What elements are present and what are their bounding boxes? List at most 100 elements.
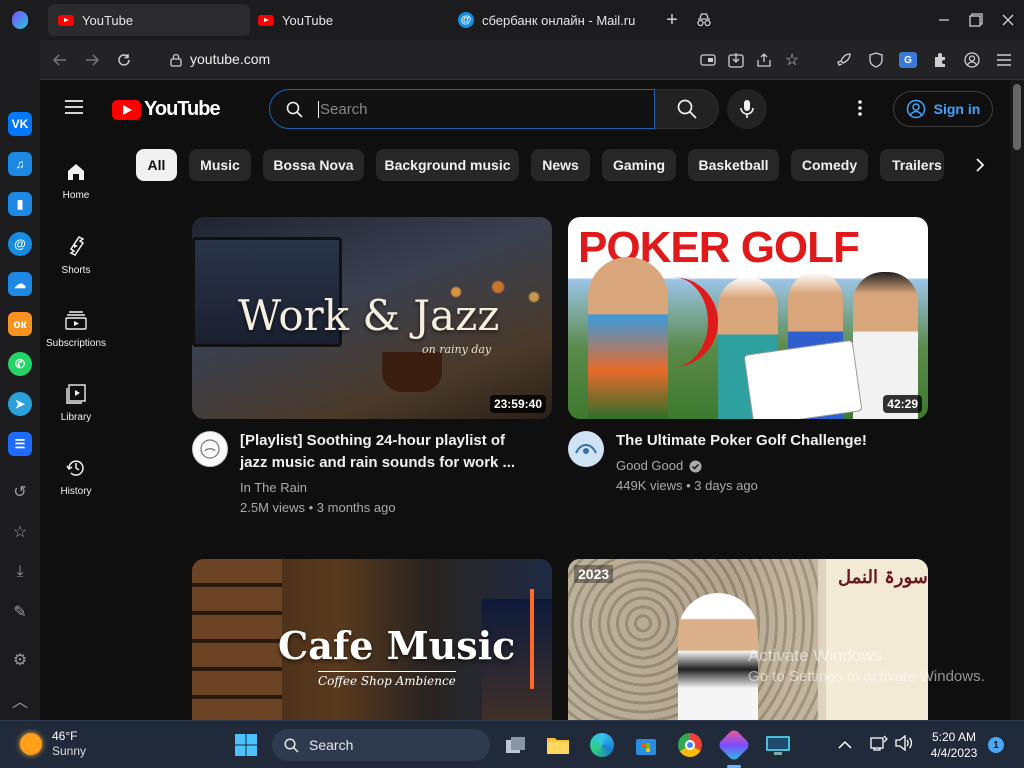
account-icon[interactable] <box>960 48 984 72</box>
whatsapp-icon[interactable]: ✆ <box>8 352 32 376</box>
edge-icon[interactable] <box>588 731 616 759</box>
guide-item-library[interactable]: Library <box>40 366 112 440</box>
share-icon[interactable] <box>752 48 776 72</box>
notification-count: 1 <box>993 739 999 751</box>
volume-icon[interactable] <box>895 734 913 756</box>
translate-icon[interactable]: G <box>896 48 920 72</box>
guide-item-history[interactable]: History <box>40 440 112 514</box>
task-view-icon[interactable] <box>502 731 530 759</box>
odnoklassniki-icon[interactable]: ок <box>8 312 32 336</box>
bookshelf-image <box>192 559 282 720</box>
yandex-browser-icon[interactable] <box>12 11 28 29</box>
video-title-line[interactable]: [Playlist] Soothing 24-hour playlist of <box>240 430 505 452</box>
video-thumbnail[interactable]: POKER GOLF 42:29 <box>568 217 928 419</box>
chip-music[interactable]: Music <box>189 149 251 181</box>
chip-bossa-nova[interactable]: Bossa Nova <box>263 149 364 181</box>
video-thumbnail[interactable]: Work & Jazz on rainy day 23:59:40 <box>192 217 552 419</box>
downloads-icon[interactable]: ⤓ <box>8 560 32 584</box>
page-scrollbar[interactable] <box>1010 80 1024 720</box>
file-explorer-icon[interactable] <box>544 731 572 759</box>
reload-icon[interactable] <box>112 48 136 72</box>
shield-icon[interactable] <box>864 48 888 72</box>
tools-icon[interactable]: ✎ <box>8 600 32 624</box>
start-button[interactable] <box>232 731 260 759</box>
sun-icon <box>20 733 42 755</box>
channel-avatar[interactable] <box>192 431 228 467</box>
forward-icon[interactable] <box>80 48 104 72</box>
thumbnail-subtitle-text: on rainy day <box>422 343 492 356</box>
incognito-icon[interactable] <box>692 8 716 32</box>
clock-date: 4/4/2023 <box>930 746 978 760</box>
close-icon[interactable] <box>996 8 1020 32</box>
clock[interactable]: 5:20 AM 4/4/2023 <box>922 729 986 761</box>
lock-icon[interactable] <box>164 48 188 72</box>
rocket-icon[interactable] <box>832 48 856 72</box>
guide-item-shorts[interactable]: Shorts <box>40 218 112 292</box>
channel-name-row[interactable]: Good Good <box>616 456 702 476</box>
badge-text: 2023 <box>574 565 614 583</box>
telegram-icon[interactable]: ➤ <box>8 392 32 416</box>
collapse-panel-icon[interactable]: ︿ <box>8 688 32 712</box>
music-icon[interactable]: ♫ <box>8 152 32 176</box>
back-icon[interactable] <box>48 48 72 72</box>
chip-gaming[interactable]: Gaming <box>602 149 676 181</box>
channel-name[interactable]: In The Rain <box>240 478 307 498</box>
extensions-icon[interactable] <box>928 48 952 72</box>
restore-icon[interactable] <box>964 8 988 32</box>
browser-menu-icon[interactable] <box>992 48 1016 72</box>
taskbar-search[interactable]: Search <box>272 729 490 761</box>
chips-next-icon[interactable] <box>960 149 1000 181</box>
scrollbar-thumb[interactable] <box>1013 84 1021 150</box>
mail-favicon: @ <box>458 12 474 28</box>
download-page-icon[interactable] <box>724 48 748 72</box>
channel-avatar[interactable] <box>568 431 604 467</box>
video-duration: 42:29 <box>883 395 922 413</box>
search-icon <box>286 101 303 123</box>
vk-icon[interactable]: VK <box>8 112 32 136</box>
chip-trailers[interactable]: Trailers <box>880 149 944 181</box>
tab-youtube[interactable]: YouTube <box>248 4 444 36</box>
search-button[interactable] <box>655 89 719 129</box>
cloud-icon[interactable]: ☁ <box>8 272 32 296</box>
yandex-browser-taskbar-icon[interactable] <box>717 728 751 762</box>
chip-comedy[interactable]: Comedy <box>791 149 868 181</box>
bookmark-star-icon[interactable]: ☆ <box>780 48 804 72</box>
weather-widget[interactable]: 46°F Sunny <box>20 729 86 759</box>
tab-mail[interactable]: @ сбербанк онлайн - Mail.ru <box>448 4 648 36</box>
guide-item-subscriptions[interactable]: Subscriptions <box>40 292 112 366</box>
mail-icon[interactable]: @ <box>8 232 32 256</box>
notification-badge[interactable]: 1 <box>988 737 1004 753</box>
remote-desktop-icon[interactable] <box>764 731 792 759</box>
hamburger-menu-icon[interactable] <box>64 99 88 119</box>
search-input[interactable]: Search <box>318 101 368 118</box>
minimize-icon[interactable] <box>932 8 956 32</box>
new-tab-icon[interactable]: + <box>660 8 684 32</box>
stats-icon[interactable]: ▮ <box>8 192 32 216</box>
network-icon[interactable] <box>870 735 888 756</box>
chip-news[interactable]: News <box>531 149 590 181</box>
history-panel-icon[interactable]: ↺ <box>8 480 32 504</box>
more-options-icon[interactable] <box>858 99 866 119</box>
show-hidden-icons[interactable] <box>838 737 852 755</box>
chrome-icon[interactable] <box>676 731 704 759</box>
youtube-logo[interactable]: YouTube <box>112 98 221 121</box>
sign-in-button[interactable]: Sign in <box>893 91 993 127</box>
tab-title: YouTube <box>82 12 134 28</box>
chip-all[interactable]: All <box>136 149 177 181</box>
video-thumbnail[interactable]: Cafe Music Coffee Shop Ambience <box>192 559 552 720</box>
guide-item-home[interactable]: Home <box>40 144 112 218</box>
favorites-icon[interactable]: ☆ <box>8 520 32 544</box>
tab-youtube-active[interactable]: YouTube <box>48 4 250 36</box>
store-icon[interactable] <box>632 731 660 759</box>
voice-search-button[interactable] <box>727 89 767 129</box>
chip-basketball[interactable]: Basketball <box>688 149 779 181</box>
reader-mode-icon[interactable] <box>696 48 720 72</box>
video-thumbnail[interactable]: 2023 سورۃ النمل <box>568 559 928 720</box>
chip-background-music[interactable]: Background music <box>376 149 519 181</box>
url-text[interactable]: youtube.com <box>190 51 270 67</box>
tasks-icon[interactable]: ☰ <box>8 432 32 456</box>
video-title-line[interactable]: jazz music and rain sounds for work ... <box>240 452 515 474</box>
settings-icon[interactable]: ⚙ <box>8 648 32 672</box>
video-title-line[interactable]: The Ultimate Poker Golf Challenge! <box>616 430 867 452</box>
search-box[interactable]: Search <box>269 89 655 129</box>
